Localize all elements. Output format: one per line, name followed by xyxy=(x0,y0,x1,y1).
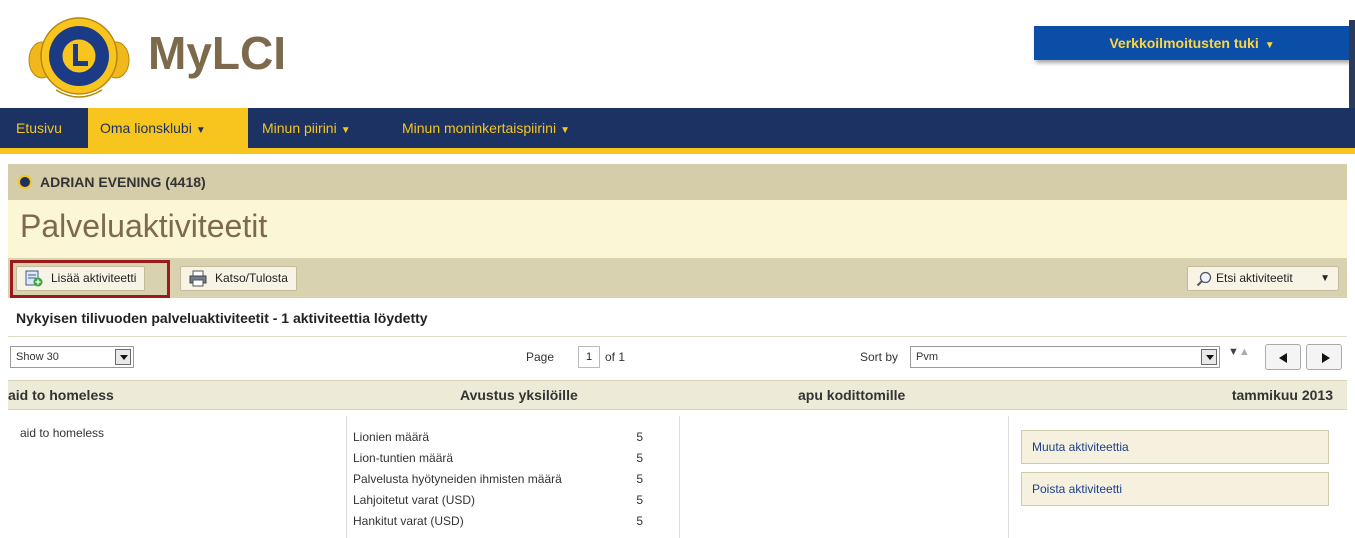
pager-bar: Show 30 Page 1 of 1 Sort by Pvm ▼▲ xyxy=(8,342,1347,376)
add-document-icon xyxy=(25,270,43,287)
dropdown-arrow-icon xyxy=(1201,349,1217,365)
club-bar: ADRIAN EVENING (4418) xyxy=(8,164,1347,200)
stat-label: Lahjoitetut varat (USD) xyxy=(353,493,476,507)
header: MyLCI Verkkoilmoitusten tuki ▼ xyxy=(0,0,1355,110)
stat-value: 5 xyxy=(636,472,643,486)
stat-value: 5 xyxy=(636,514,643,528)
sort-select[interactable]: Pvm xyxy=(910,346,1220,368)
support-dropdown-button[interactable]: Verkkoilmoitusten tuki ▼ xyxy=(1034,26,1350,60)
stat-value: 5 xyxy=(636,493,643,507)
stat-row: Lionien määrä 5 xyxy=(353,430,673,444)
page-size-value: Show 30 xyxy=(16,351,59,363)
stat-label: Lionien määrä xyxy=(353,430,430,444)
club-name: ADRIAN EVENING (4418) xyxy=(40,174,206,190)
lions-club-icon xyxy=(18,175,32,189)
caret-down-icon: ▼ xyxy=(195,125,206,136)
stat-label: Hankitut varat (USD) xyxy=(353,514,464,528)
nav-label: Oma lionsklubi xyxy=(100,120,192,136)
activity-description: aid to homeless xyxy=(20,426,105,440)
print-view-button[interactable]: Katso/Tulosta xyxy=(180,266,297,291)
mylci-page: MyLCI Verkkoilmoitusten tuki ▼ Etusivu Om… xyxy=(0,0,1355,538)
stat-label: Palvelusta hyötyneiden ihmisten määrä xyxy=(353,472,562,486)
page-title: Palveluaktiviteetit xyxy=(20,208,268,244)
delete-activity-button[interactable]: Poista aktiviteetti xyxy=(1021,472,1329,506)
page-size-select[interactable]: Show 30 xyxy=(10,346,134,368)
activity-date: tammikuu 2013 xyxy=(1231,387,1333,403)
nav-label: Etusivu xyxy=(16,120,62,136)
stat-row: Lahjoitetut varat (USD) 5 xyxy=(353,493,673,507)
main-content: ADRIAN EVENING (4418) Palveluaktiviteeti… xyxy=(8,154,1347,538)
search-icon xyxy=(1196,271,1212,287)
print-view-label: Katso/Tulosta xyxy=(215,271,288,285)
caret-down-icon: ▼ xyxy=(1320,273,1330,284)
stat-row: Lion-tuntien määrä 5 xyxy=(353,451,673,465)
nav-item-minun-piirini[interactable]: Minun piirini ▼ xyxy=(262,108,351,148)
nav-item-etusivu[interactable]: Etusivu xyxy=(8,108,70,148)
add-activity-label: Lisää aktiviteetti xyxy=(51,271,137,285)
nav-item-minun-moninkertaispiirini[interactable]: Minun moninkertaispiirini ▼ xyxy=(402,108,570,148)
main-nav: Etusivu Oma lionsklubi ▼ Minun piirini ▼ M… xyxy=(0,108,1355,154)
stat-value: 5 xyxy=(636,430,643,444)
stat-value: 5 xyxy=(636,451,643,465)
activity-row-header[interactable]: aid to homeless Avustus yksilöille apu k… xyxy=(8,380,1347,410)
stat-label: Lion-tuntien määrä xyxy=(353,451,454,465)
nav-label: Minun moninkertaispiirini xyxy=(402,120,557,136)
arrow-right-icon xyxy=(1322,353,1330,363)
sort-value: Pvm xyxy=(916,351,938,363)
nav-label: Minun piirini xyxy=(262,120,337,136)
activity-detail: aid to homeless Lionien määrä 5 Lion-tun… xyxy=(8,410,1347,538)
list-subtitle: Nykyisen tilivuoden palveluaktiviteetit … xyxy=(16,310,428,326)
stat-row: Palvelusta hyötyneiden ihmisten määrä 5 xyxy=(353,472,673,486)
toolbar: Lisää aktiviteetti Katso/Tulosta Etsi ak… xyxy=(8,258,1347,298)
window-edge-bar xyxy=(1349,20,1355,110)
lions-international-logo[interactable] xyxy=(28,8,130,104)
caret-down-icon: ▼ xyxy=(340,125,351,136)
stat-row: Hankitut varat (USD) 5 xyxy=(353,514,673,528)
page-label: Page xyxy=(526,350,555,364)
page-of-label: of 1 xyxy=(605,350,626,364)
search-activities-button[interactable]: Etsi aktiviteetit ▼ xyxy=(1187,266,1339,291)
add-activity-button[interactable]: Lisää aktiviteetti xyxy=(16,266,146,291)
activity-title: aid to homeless xyxy=(8,387,114,403)
activity-actions: Muuta aktiviteettia Poista aktiviteetti xyxy=(1008,416,1347,538)
brand-title: MyLCI xyxy=(148,27,286,79)
support-label: Verkkoilmoitusten tuki xyxy=(1109,35,1259,51)
activity-category: Avustus yksilöille xyxy=(460,387,578,403)
page-number-input[interactable]: 1 xyxy=(578,346,600,368)
search-activities-label: Etsi aktiviteetit xyxy=(1216,271,1293,285)
edit-activity-button[interactable]: Muuta aktiviteettia xyxy=(1021,430,1329,464)
prev-page-button[interactable] xyxy=(1265,344,1301,370)
caret-down-icon: ▼ xyxy=(1264,40,1275,51)
printer-icon xyxy=(189,270,207,287)
activity-stats: Lionien määrä 5 Lion-tuntien määrä 5 Pal… xyxy=(346,416,680,538)
dropdown-arrow-icon xyxy=(115,349,131,365)
caret-down-icon: ▼ xyxy=(560,125,570,136)
sort-direction-icon[interactable]: ▼▲ xyxy=(1228,346,1250,358)
title-bar: Palveluaktiviteetit xyxy=(8,200,1347,258)
next-page-button[interactable] xyxy=(1306,344,1342,370)
sort-label: Sort by xyxy=(860,350,899,364)
divider xyxy=(8,336,1347,337)
activity-type: apu kodittomille xyxy=(798,387,906,403)
arrow-left-icon xyxy=(1279,353,1287,363)
